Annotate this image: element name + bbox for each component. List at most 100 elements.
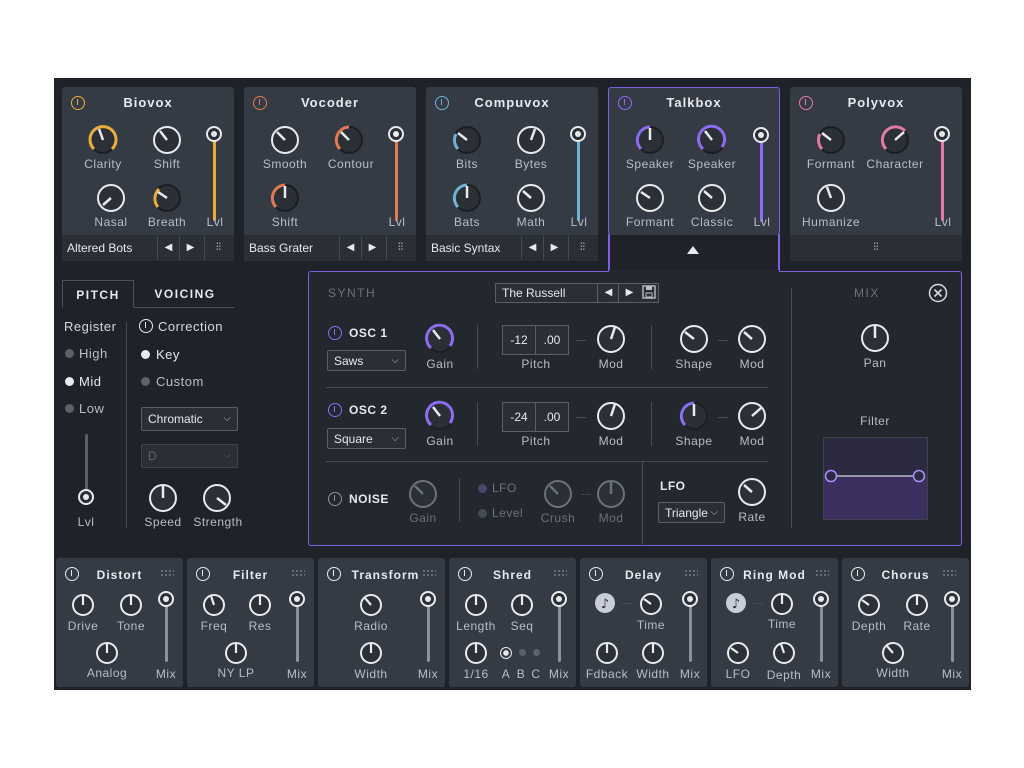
tab-pitch[interactable]: PITCH [62, 280, 134, 308]
level-fader-handle[interactable] [206, 126, 222, 142]
formant-knob[interactable] [633, 181, 667, 215]
mix-fader-track[interactable] [820, 604, 823, 662]
mix-fader-handle[interactable] [289, 591, 305, 607]
analog-knob[interactable] [94, 640, 120, 666]
pattern-b-radio[interactable] [519, 649, 526, 656]
preset-name[interactable]: Bass Grater [249, 241, 313, 255]
save-icon[interactable] [642, 285, 656, 299]
sync-note-icon[interactable]: ♪ [594, 592, 616, 614]
drag-handle-icon[interactable] [684, 569, 698, 577]
synth-prev-preset-button[interactable]: ◀ [597, 283, 619, 303]
noise-level-radio[interactable] [478, 509, 487, 518]
noise-lfo-label[interactable]: LFO [492, 481, 517, 495]
lfo-rate-knob[interactable] [735, 475, 769, 509]
preset-name[interactable]: Basic Syntax [431, 241, 500, 255]
mixer-icon[interactable]: ⫶⫶ [204, 236, 232, 260]
mixer-icon[interactable]: ⫶⫶ [386, 236, 414, 260]
correction-custom-radio[interactable] [141, 377, 150, 386]
level-fader-track[interactable] [941, 139, 944, 221]
noise-lfo-radio[interactable] [478, 484, 487, 493]
depth-knob[interactable] [856, 592, 882, 618]
next-preset-button[interactable]: ▶ [543, 236, 565, 260]
bits-knob[interactable] [450, 123, 484, 157]
mix-fader-track[interactable] [689, 604, 692, 662]
breath-knob[interactable] [150, 181, 184, 215]
synth-next-preset-button[interactable]: ▶ [618, 283, 640, 303]
speaker-knob-1[interactable] [633, 123, 667, 157]
osc1-pitch-fine[interactable]: .00 [535, 325, 569, 355]
freq-knob[interactable] [201, 592, 227, 618]
register-mid-label[interactable]: Mid [79, 374, 101, 389]
bytes-knob[interactable] [514, 123, 548, 157]
prev-preset-button[interactable]: ◀ [521, 236, 543, 260]
preset-name[interactable]: Altered Bots [67, 241, 132, 255]
formant-knob[interactable] [814, 123, 848, 157]
filter-graph[interactable] [823, 437, 928, 520]
width-knob[interactable] [358, 640, 384, 666]
drag-handle-icon[interactable] [160, 569, 174, 577]
correction-custom-label[interactable]: Custom [156, 374, 204, 389]
scale-select[interactable]: Chromatic ⌵ [141, 407, 238, 431]
noise-mod-knob[interactable] [594, 477, 628, 511]
osc2-pitch-mod-knob[interactable] [594, 399, 628, 433]
pitch-level-fader-handle[interactable] [78, 489, 94, 505]
character-knob[interactable] [878, 123, 912, 157]
mix-fader-handle[interactable] [813, 591, 829, 607]
level-fader-handle[interactable] [388, 126, 404, 142]
rate-knob[interactable] [463, 640, 489, 666]
pattern-c-radio[interactable] [533, 649, 540, 656]
osc1-shape-knob[interactable] [677, 322, 711, 356]
tab-voicing[interactable]: VOICING [144, 280, 226, 308]
key-select[interactable]: D ⌵ [141, 444, 238, 468]
time-knob[interactable] [638, 591, 664, 617]
seq-knob[interactable] [509, 592, 535, 618]
noise-power-icon[interactable] [328, 492, 342, 506]
contour-knob[interactable] [332, 123, 366, 157]
level-fader-track[interactable] [577, 139, 580, 221]
speaker-knob-2[interactable] [695, 123, 729, 157]
drag-handle-icon[interactable] [815, 569, 829, 577]
osc1-shape-mod-knob[interactable] [735, 322, 769, 356]
power-icon[interactable] [139, 319, 153, 333]
nasal-knob[interactable] [94, 181, 128, 215]
clarity-knob[interactable] [86, 123, 120, 157]
width-knob[interactable] [880, 640, 906, 666]
prev-preset-button[interactable]: ◀ [157, 236, 179, 260]
tone-knob[interactable] [118, 592, 144, 618]
osc1-wave-select[interactable]: Saws ⌵ [327, 350, 406, 371]
osc2-gain-knob[interactable] [423, 399, 457, 433]
collapse-arrow-icon[interactable] [687, 246, 699, 254]
res-knob[interactable] [247, 592, 273, 618]
pattern-c-label[interactable]: C [531, 667, 541, 681]
register-mid-radio[interactable] [65, 377, 74, 386]
pattern-a-label[interactable]: A [501, 667, 511, 681]
sync-note-icon[interactable]: ♪ [725, 592, 747, 614]
mix-fader-track[interactable] [558, 604, 561, 662]
osc1-power-icon[interactable] [328, 326, 342, 340]
osc1-gain-knob[interactable] [423, 322, 457, 356]
speed-knob[interactable] [146, 481, 180, 515]
osc2-shape-mod-knob[interactable] [735, 399, 769, 433]
osc1-pitch-coarse[interactable]: -12 [502, 325, 536, 355]
mixer-icon[interactable]: ⫶⫶ [568, 236, 596, 260]
prev-preset-button[interactable]: ◀ [339, 236, 361, 260]
register-low-radio[interactable] [65, 404, 74, 413]
osc1-pitch-mod-knob[interactable] [594, 322, 628, 356]
mix-fader-handle[interactable] [158, 591, 174, 607]
drag-handle-icon[interactable] [942, 569, 956, 577]
close-icon[interactable] [928, 283, 948, 303]
drag-handle-icon[interactable] [553, 569, 567, 577]
pan-knob[interactable] [858, 321, 892, 355]
drag-handle-icon[interactable] [291, 569, 305, 577]
width-knob[interactable] [640, 640, 666, 666]
osc2-pitch-coarse[interactable]: -24 [502, 402, 536, 432]
drive-knob[interactable] [70, 592, 96, 618]
level-fader-track[interactable] [395, 139, 398, 221]
classic-knob[interactable] [695, 181, 729, 215]
level-fader-track[interactable] [213, 139, 216, 221]
mix-fader-track[interactable] [951, 604, 954, 662]
mix-fader-handle[interactable] [551, 591, 567, 607]
ny-lp-knob[interactable] [223, 640, 249, 666]
radio-knob[interactable] [358, 592, 384, 618]
drag-handle-icon[interactable] [422, 569, 436, 577]
